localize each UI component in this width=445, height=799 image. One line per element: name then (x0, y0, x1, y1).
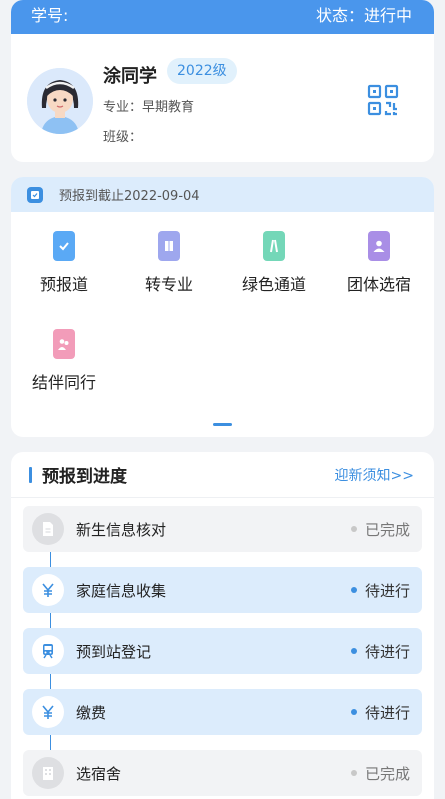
step-name: 新生信息核对 (76, 520, 167, 539)
service-label: 绿色通道 (241, 275, 306, 294)
progress-header: 预报到进度 迎新须知>> (11, 452, 434, 498)
pager-indicator (213, 423, 232, 426)
step-info-check[interactable]: 新生信息核对 已完成 (23, 506, 422, 552)
step-status-text: 待进行 (364, 703, 410, 722)
step-status: 已完成 (350, 763, 422, 784)
service-green-channel[interactable]: 绿色通道 (224, 231, 324, 295)
step-payment[interactable]: 缴费 待进行 (23, 689, 422, 735)
progress-card: 预报到进度 迎新须知>> 新生信息核对 已完成 家庭信息收集 待进行 预到站登记 (11, 452, 434, 799)
road-icon (263, 231, 285, 261)
step-name: 家庭信息收集 (76, 581, 167, 600)
step-name: 缴费 (76, 703, 107, 722)
status-header: 学号: 状态：进行中 (11, 0, 434, 34)
status-dot (350, 526, 357, 532)
student-name: 涂同学 (103, 66, 157, 87)
status-dot (350, 648, 357, 654)
step-status: 待进行 (350, 641, 422, 662)
enrollment-notice-link[interactable]: 迎新须知>> (335, 465, 414, 485)
step-family-info[interactable]: 家庭信息收集 待进行 (23, 567, 422, 613)
person-icon (368, 231, 390, 261)
status-dot (350, 770, 357, 776)
status-dot (350, 709, 357, 715)
status-text: 状态：进行中 (315, 6, 412, 25)
service-label: 预报道 (39, 275, 88, 294)
step-status-text: 待进行 (364, 642, 410, 661)
deadline-bar: 预报到截止2022-09-04 (11, 177, 434, 212)
step-status: 待进行 (350, 702, 422, 723)
step-status-text: 已完成 (364, 764, 410, 783)
step-dorm-selection[interactable]: 选宿舍 已完成 (23, 750, 422, 796)
profile-card: 学号: 状态：进行中 涂同学 2022级 专业：早期教育 班级： (11, 0, 434, 162)
service-group-dorm[interactable]: 团体选宿 (329, 231, 429, 295)
student-id-label: 学号: (31, 6, 69, 25)
service-label: 转专业 (144, 275, 193, 294)
calendar-icon (27, 186, 43, 203)
service-label: 团体选宿 (346, 275, 411, 294)
title-accent-bar (29, 466, 32, 483)
service-pre-registration[interactable]: 预报道 (14, 231, 114, 295)
book-icon (158, 231, 180, 261)
step-status-text: 待进行 (364, 581, 410, 600)
class-text: 班级： (103, 130, 143, 145)
step-status: 待进行 (350, 580, 422, 601)
building-icon (32, 757, 64, 789)
progress-title-text: 预报到进度 (42, 467, 127, 487)
grade-badge: 2022级 (167, 58, 237, 84)
service-travel-together[interactable]: 结伴同行 (14, 329, 114, 393)
yuan-icon (32, 696, 64, 728)
progress-title: 预报到进度 (29, 462, 127, 487)
deadline-text: 预报到截止2022-09-04 (59, 189, 200, 204)
major-text: 专业：早期教育 (103, 100, 195, 115)
step-name: 选宿舍 (76, 764, 122, 783)
yuan-icon (32, 574, 64, 606)
service-change-major[interactable]: 转专业 (119, 231, 219, 295)
phone-check-icon (53, 231, 75, 261)
train-icon (32, 635, 64, 667)
step-status: 已完成 (350, 519, 422, 540)
avatar[interactable] (27, 68, 93, 134)
qr-code-icon[interactable] (367, 84, 399, 116)
service-label: 结伴同行 (31, 373, 96, 392)
companion-icon (53, 329, 75, 359)
step-name: 预到站登记 (76, 642, 152, 661)
document-icon (32, 513, 64, 545)
step-status-text: 已完成 (364, 520, 410, 539)
services-card: 预报到截止2022-09-04 预报道 转专业 绿色通道 团体选宿 结伴同行 (11, 177, 434, 437)
step-arrival-registration[interactable]: 预到站登记 待进行 (23, 628, 422, 674)
status-dot (350, 587, 357, 593)
